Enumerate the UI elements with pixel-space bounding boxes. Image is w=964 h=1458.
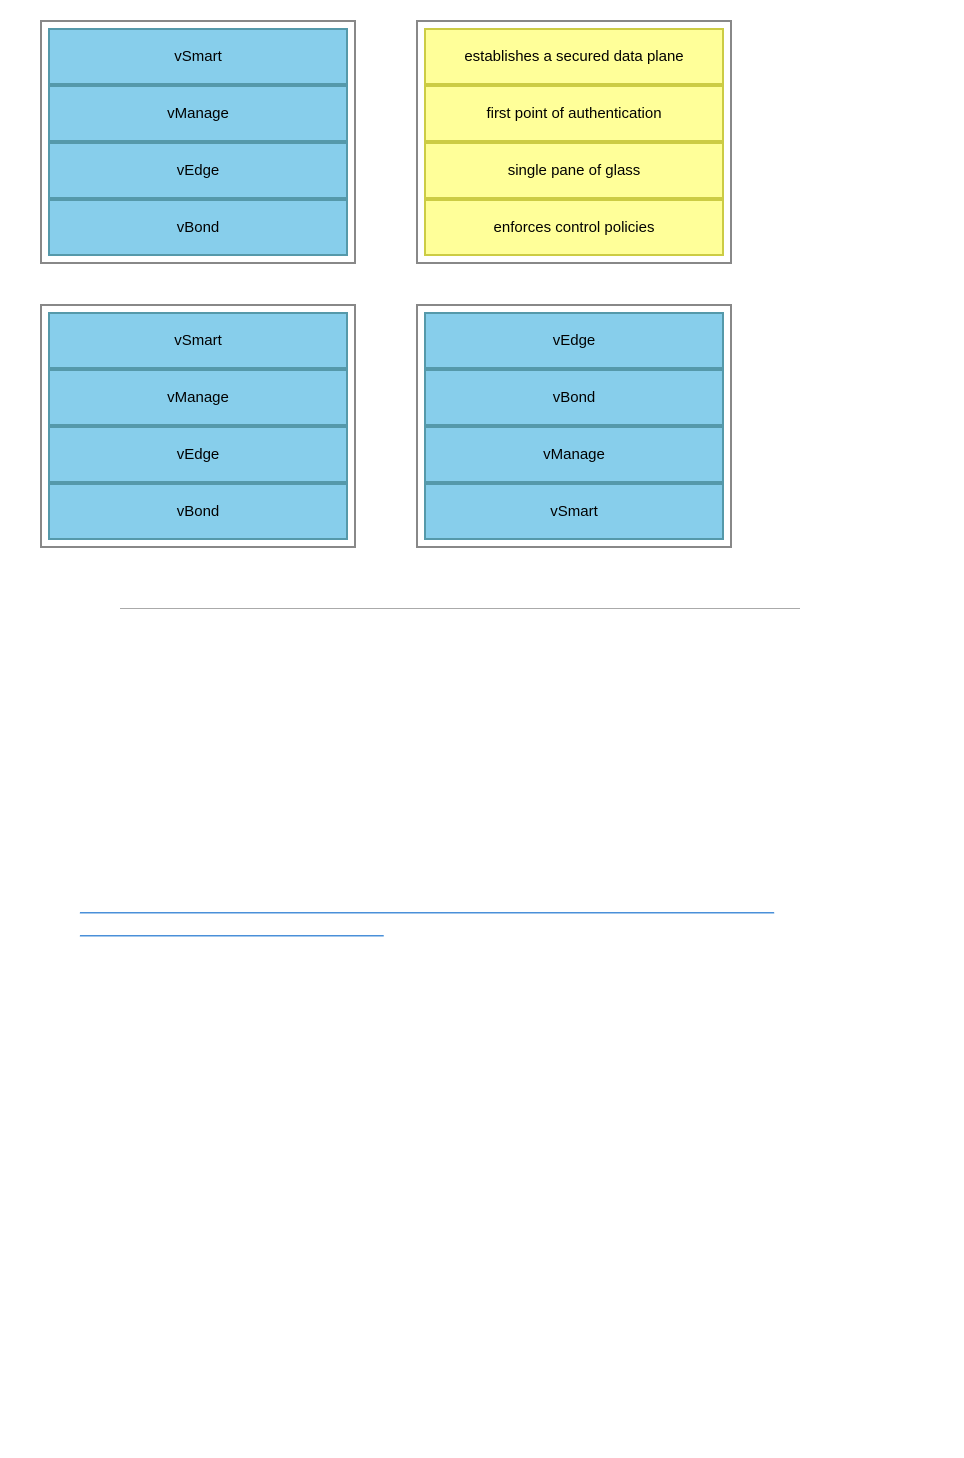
- section2-left-item-2[interactable]: vManage: [48, 369, 348, 426]
- link-1[interactable]: ________________________________________…: [80, 899, 884, 914]
- section1-left-item-3[interactable]: vEdge: [48, 142, 348, 199]
- section2-matching: vSmart vManage vEdge vBond vEdge vBond v…: [40, 304, 924, 548]
- section2-right-column: vEdge vBond vManage vSmart: [416, 304, 732, 548]
- section2-left-item-4[interactable]: vBond: [48, 483, 348, 540]
- section2-left-column: vSmart vManage vEdge vBond: [40, 304, 356, 548]
- section1-left-item-1[interactable]: vSmart: [48, 28, 348, 85]
- section1-matching: vSmart vManage vEdge vBond establishes a…: [40, 20, 924, 264]
- section2-right-item-4[interactable]: vSmart: [424, 483, 724, 540]
- link-2[interactable]: ________________________________________…: [80, 922, 884, 937]
- section2-right-item-1[interactable]: vEdge: [424, 312, 724, 369]
- divider-1: [120, 608, 800, 609]
- section1-right-item-2[interactable]: first point of authentication: [424, 85, 724, 142]
- section1-right-item-4[interactable]: enforces control policies: [424, 199, 724, 256]
- section1-left-item-4[interactable]: vBond: [48, 199, 348, 256]
- bottom-links-area: ________________________________________…: [40, 879, 924, 957]
- section1-right-item-3[interactable]: single pane of glass: [424, 142, 724, 199]
- section2-left-item-1[interactable]: vSmart: [48, 312, 348, 369]
- section2-left-item-3[interactable]: vEdge: [48, 426, 348, 483]
- section2-right-item-2[interactable]: vBond: [424, 369, 724, 426]
- section2-right-item-3[interactable]: vManage: [424, 426, 724, 483]
- section1-right-item-1[interactable]: establishes a secured data plane: [424, 28, 724, 85]
- section1-left-column: vSmart vManage vEdge vBond: [40, 20, 356, 264]
- section1-left-item-2[interactable]: vManage: [48, 85, 348, 142]
- section1-right-column: establishes a secured data plane first p…: [416, 20, 732, 264]
- empty-area: [40, 639, 924, 859]
